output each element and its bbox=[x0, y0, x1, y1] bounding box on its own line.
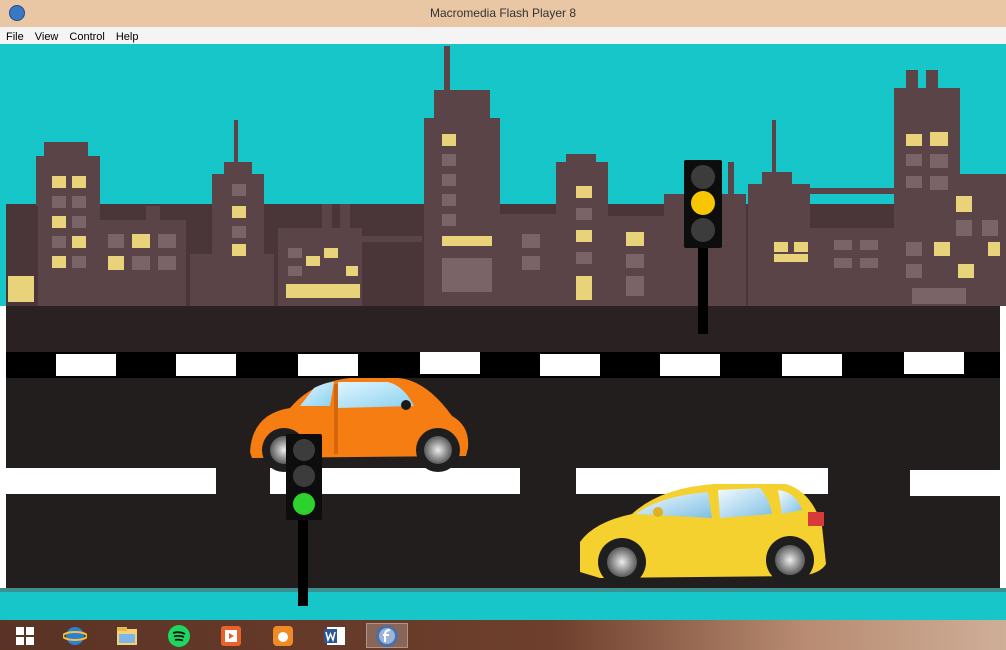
start-icon[interactable] bbox=[4, 623, 46, 648]
menu-help[interactable]: Help bbox=[110, 29, 144, 43]
word-icon[interactable] bbox=[314, 623, 356, 648]
lane-marking-top bbox=[6, 352, 1000, 378]
taskbar bbox=[0, 620, 1006, 650]
flash-player-icon[interactable] bbox=[366, 623, 408, 648]
uc-browser-icon[interactable] bbox=[262, 623, 304, 648]
flash-stage[interactable] bbox=[0, 44, 1006, 620]
amber-light bbox=[691, 191, 715, 215]
menu-bar: File View Control Help bbox=[0, 27, 1006, 45]
menu-view[interactable]: View bbox=[29, 29, 64, 43]
menu-control[interactable]: Control bbox=[63, 29, 109, 43]
spotify-icon[interactable] bbox=[158, 623, 200, 648]
green-light bbox=[293, 493, 315, 515]
window-title: Macromedia Flash Player 8 bbox=[429, 6, 577, 20]
media-player-icon[interactable] bbox=[210, 623, 252, 648]
internet-explorer-icon[interactable] bbox=[54, 623, 96, 648]
file-explorer-icon[interactable] bbox=[106, 623, 148, 648]
title-bar: Macromedia Flash Player 8 bbox=[0, 0, 1006, 27]
road-shoulder bbox=[6, 306, 1000, 352]
bottom-strip bbox=[0, 592, 1006, 620]
menu-file[interactable]: File bbox=[0, 29, 29, 43]
